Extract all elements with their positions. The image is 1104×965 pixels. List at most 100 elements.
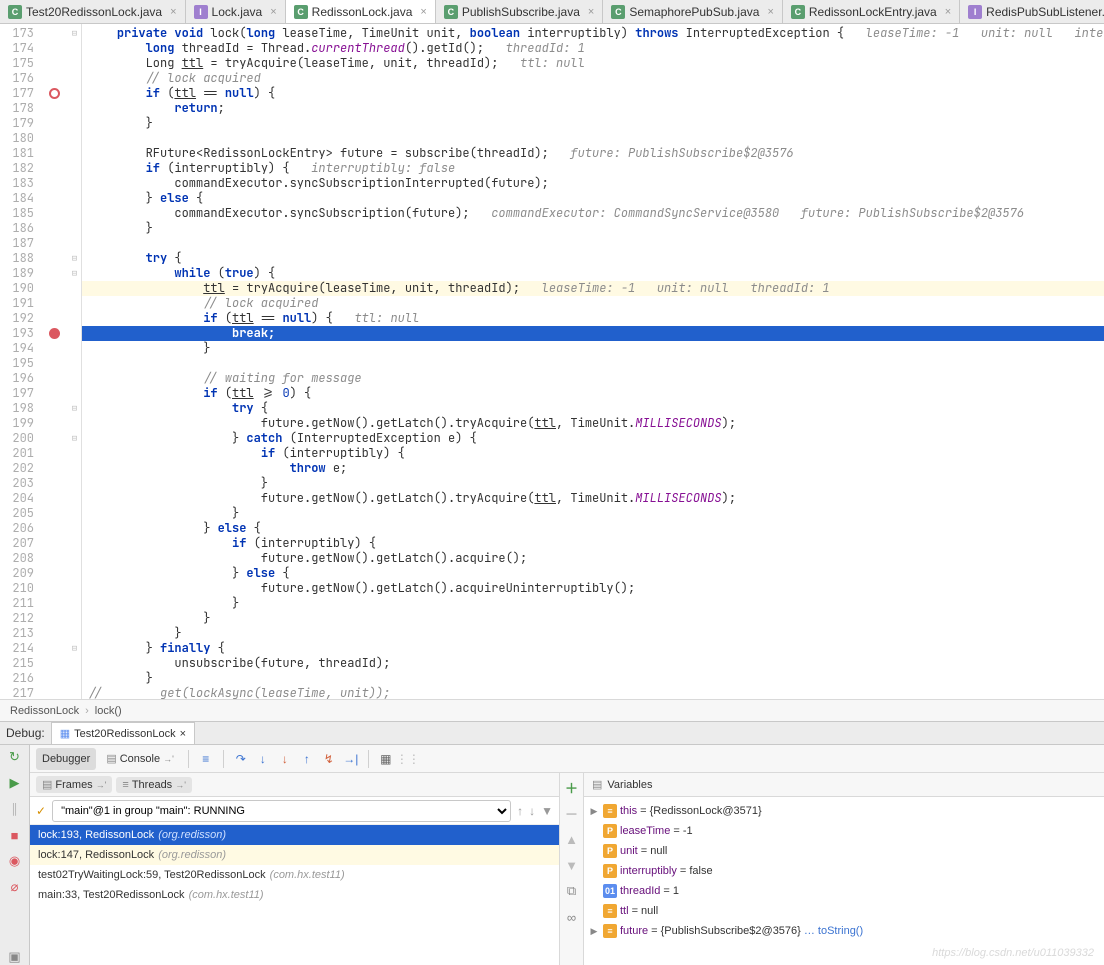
debugger-tab[interactable]: Debugger xyxy=(36,748,96,770)
variables-list[interactable]: ▶≡ this = {RedissonLock@3571}P leaseTime… xyxy=(584,797,1104,965)
stack-frame[interactable]: lock:147, RedissonLock(org.redisson) xyxy=(30,845,559,865)
code-line[interactable]: } xyxy=(82,476,1104,491)
code-line[interactable]: } xyxy=(82,671,1104,686)
code-line[interactable]: if (ttl == null) { ttl: null xyxy=(82,311,1104,326)
code-line[interactable]: // get(lockAsync(leaseTime, unit)); xyxy=(82,686,1104,699)
code-line[interactable]: try { xyxy=(82,251,1104,266)
code-line[interactable]: commandExecutor.syncSubscriptionInterrup… xyxy=(82,176,1104,191)
breadcrumb[interactable]: RedissonLock › lock() xyxy=(0,699,1104,721)
code-line[interactable]: } xyxy=(82,221,1104,236)
copy-icon[interactable]: ⧉ xyxy=(564,883,580,899)
frames-tab[interactable]: ▤Frames→' xyxy=(36,776,112,793)
file-tab[interactable]: ILock.java× xyxy=(186,0,286,23)
code-line[interactable]: unsubscribe(future, threadId); xyxy=(82,656,1104,671)
resume-icon[interactable]: ▶ xyxy=(7,775,23,791)
expand-icon[interactable]: ▶ xyxy=(588,926,600,937)
expand-icon[interactable]: ▶ xyxy=(588,806,600,817)
code-line[interactable]: ttl = tryAcquire(leaseTime, unit, thread… xyxy=(82,281,1104,296)
code-line[interactable]: Long ttl = tryAcquire(leaseTime, unit, t… xyxy=(82,56,1104,71)
breakpoint-ring-icon[interactable] xyxy=(49,88,60,99)
code-line[interactable]: // waiting for message xyxy=(82,371,1104,386)
code-line[interactable]: break; xyxy=(82,326,1104,341)
variable-row[interactable]: P unit = null xyxy=(584,841,1104,861)
variable-row[interactable]: ▶≡ future = {PublishSubscribe$2@3576} … … xyxy=(584,921,1104,941)
code-line[interactable]: try { xyxy=(82,401,1104,416)
code-editor[interactable]: 1731741751761771781791801811821831841851… xyxy=(0,24,1104,699)
code-line[interactable]: } xyxy=(82,506,1104,521)
close-icon[interactable]: × xyxy=(420,6,426,18)
debug-run-tab[interactable]: ▦ Test20RedissonLock × xyxy=(51,722,195,744)
code-line[interactable]: } else { xyxy=(82,191,1104,206)
stack-frame[interactable]: lock:193, RedissonLock(org.redisson) xyxy=(30,825,559,845)
step-out-icon[interactable]: ↑ xyxy=(298,750,316,768)
variable-row[interactable]: P interruptibly = false xyxy=(584,861,1104,881)
variable-row[interactable]: 01 threadId = 1 xyxy=(584,881,1104,901)
code-line[interactable]: future.getNow().getLatch().tryAcquire(tt… xyxy=(82,416,1104,431)
console-tab[interactable]: ▤Console→' xyxy=(100,748,179,770)
filter-icon[interactable]: ▼ xyxy=(541,804,553,818)
file-tab[interactable]: CRedissonLock.java× xyxy=(286,0,436,23)
file-tab[interactable]: CPublishSubscribe.java× xyxy=(436,0,604,23)
up-icon[interactable]: ▲ xyxy=(564,831,580,847)
trace-icon[interactable]: ⋮⋮ xyxy=(399,750,417,768)
code-line[interactable]: RFuture<RedissonLockEntry> future = subs… xyxy=(82,146,1104,161)
file-tab[interactable]: IRedisPubSubListener.java xyxy=(960,0,1104,23)
down-icon[interactable]: ▼ xyxy=(564,857,580,873)
code-line[interactable]: future.getNow().getLatch().tryAcquire(tt… xyxy=(82,491,1104,506)
evaluate-icon[interactable]: ▦ xyxy=(377,750,395,768)
close-icon[interactable]: × xyxy=(588,6,594,18)
code-line[interactable]: commandExecutor.syncSubscription(future)… xyxy=(82,206,1104,221)
code-line[interactable]: future.getNow().getLatch().acquireUninte… xyxy=(82,581,1104,596)
step-into-icon[interactable]: ↓ xyxy=(254,750,272,768)
thread-select[interactable]: "main"@1 in group "main": RUNNING xyxy=(52,800,511,822)
prev-frame-icon[interactable]: ↑ xyxy=(517,804,523,818)
code-line[interactable]: } catch (InterruptedException e) { xyxy=(82,431,1104,446)
code-line[interactable]: } else { xyxy=(82,521,1104,536)
code-line[interactable]: } xyxy=(82,116,1104,131)
code-line[interactable]: if (interruptibly) { interruptibly: fals… xyxy=(82,161,1104,176)
code-line[interactable]: } xyxy=(82,611,1104,626)
close-icon[interactable]: × xyxy=(170,6,176,18)
code-line[interactable]: if (ttl == null) { xyxy=(82,86,1104,101)
variable-row[interactable]: ▶≡ this = {RedissonLock@3571} xyxy=(584,801,1104,821)
code-line[interactable]: } xyxy=(82,626,1104,641)
tostring-link[interactable]: … toString() xyxy=(804,925,863,937)
add-watch-icon[interactable]: ＋ xyxy=(564,779,580,795)
close-icon[interactable]: × xyxy=(767,6,773,18)
file-tab[interactable]: CRedissonLockEntry.java× xyxy=(783,0,960,23)
code-line[interactable]: } xyxy=(82,341,1104,356)
close-icon[interactable]: × xyxy=(945,6,951,18)
remove-watch-icon[interactable]: － xyxy=(564,805,580,821)
code-line[interactable]: // lock acquired xyxy=(82,71,1104,86)
frame-list[interactable]: lock:193, RedissonLock(org.redisson)lock… xyxy=(30,825,559,965)
code-line[interactable]: if (ttl >= 0) { xyxy=(82,386,1104,401)
file-tab[interactable]: CTest20RedissonLock.java× xyxy=(0,0,186,23)
rerun-icon[interactable]: ↻ xyxy=(7,749,23,765)
gutter-breakpoints[interactable] xyxy=(40,24,68,699)
close-icon[interactable]: × xyxy=(180,728,186,740)
code-line[interactable] xyxy=(82,356,1104,371)
code-line[interactable]: } xyxy=(82,596,1104,611)
code-line[interactable]: while (true) { xyxy=(82,266,1104,281)
variable-row[interactable]: ≡ ttl = null xyxy=(584,901,1104,921)
code-line[interactable]: } else { xyxy=(82,566,1104,581)
code-line[interactable] xyxy=(82,236,1104,251)
crumb-method[interactable]: lock() xyxy=(95,705,122,717)
code-line[interactable]: future.getNow().getLatch().acquire(); xyxy=(82,551,1104,566)
next-frame-icon[interactable]: ↓ xyxy=(529,804,535,818)
show-execution-point-icon[interactable]: ≡ xyxy=(197,750,215,768)
close-icon[interactable]: × xyxy=(270,6,276,18)
stop-icon[interactable]: ■ xyxy=(7,827,23,843)
stack-frame[interactable]: main:33, Test20RedissonLock(com.hx.test1… xyxy=(30,885,559,905)
drop-frame-icon[interactable]: ↯ xyxy=(320,750,338,768)
code-line[interactable]: } finally { xyxy=(82,641,1104,656)
code-line[interactable] xyxy=(82,131,1104,146)
crumb-class[interactable]: RedissonLock xyxy=(10,705,79,717)
code-line[interactable]: return; xyxy=(82,101,1104,116)
pause-icon[interactable]: ∥ xyxy=(7,801,23,817)
gutter-folding[interactable]: ⊟⊟⊟⊟⊟⊟ xyxy=(68,24,82,699)
code-line[interactable]: if (interruptibly) { xyxy=(82,446,1104,461)
glasses-icon[interactable]: ∞ xyxy=(564,909,580,925)
code-line[interactable]: private void lock(long leaseTime, TimeUn… xyxy=(82,26,1104,41)
force-step-into-icon[interactable]: ↓ xyxy=(276,750,294,768)
